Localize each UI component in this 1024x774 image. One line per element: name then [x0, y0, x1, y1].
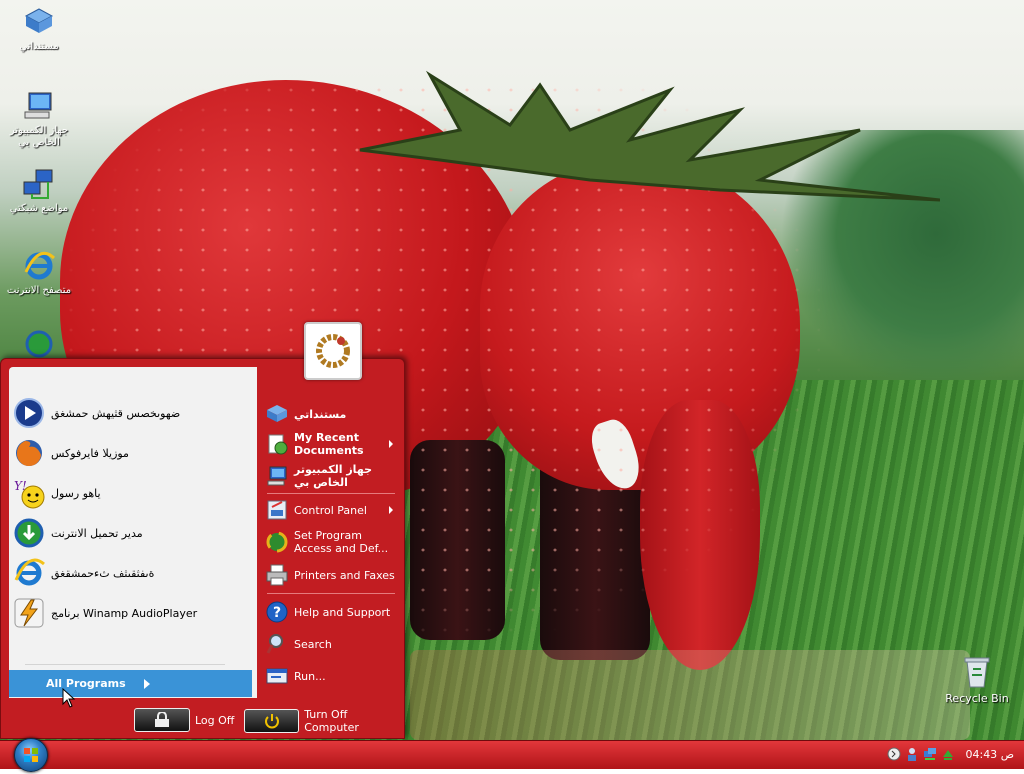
- network-status-icon[interactable]: [923, 747, 937, 761]
- user-picture[interactable]: [304, 322, 362, 380]
- windows-logo-icon: [24, 748, 38, 762]
- internet-download-manager-icon: [25, 330, 53, 358]
- menu-item-help-support[interactable]: ? Help and Support: [265, 599, 399, 625]
- power-icon: [244, 709, 300, 733]
- wallpaper-strawberry-leaves: [359, 70, 940, 202]
- menu-item-set-program-access[interactable]: Set Program Access and Def...: [265, 527, 399, 557]
- my-computer-icon: [24, 92, 52, 119]
- all-programs-button[interactable]: All Programs: [9, 670, 252, 697]
- menu-separator: [267, 493, 395, 494]
- program-item-winamp[interactable]: برنامج Winamp AudioPlayer: [13, 595, 251, 631]
- menu-item-control-panel[interactable]: Control Panel: [265, 497, 399, 523]
- start-button[interactable]: [14, 738, 48, 772]
- taskbar: [0, 740, 1024, 769]
- winamp-icon: [14, 598, 44, 628]
- desktop-icon-my-computer[interactable]: جهاز الكمبيوتر الخاص بي: [2, 90, 76, 149]
- documents-icon: [24, 8, 54, 33]
- menu-item-run[interactable]: Run...: [265, 663, 399, 689]
- pinned-separator: [25, 664, 225, 665]
- program-access-icon: [266, 531, 288, 553]
- arrow-right-icon: [389, 506, 393, 514]
- desktop-icon-recycle-bin[interactable]: Recycle Bin: [940, 655, 1014, 705]
- desktop-icon-internet[interactable]: متصفح الانترنت: [2, 250, 76, 297]
- menu-item-my-documents[interactable]: مستنداتي: [265, 401, 399, 427]
- program-item-internet-download-manager[interactable]: مدير تحميل الانترنت: [13, 515, 251, 551]
- menu-item-printers-faxes[interactable]: Printers and Faxes: [265, 560, 399, 590]
- safely-remove-icon[interactable]: [941, 747, 955, 761]
- mouse-cursor-icon: [62, 688, 76, 708]
- yahoo-messenger-icon: Y!: [14, 479, 45, 509]
- all-programs-label: All Programs: [46, 677, 126, 690]
- recycle-bin-icon: [964, 657, 990, 688]
- menu-item-search[interactable]: Search: [265, 631, 399, 657]
- recycle-bin-label: Recycle Bin: [945, 692, 1009, 705]
- turn-off-button[interactable]: Turn Off Computer: [244, 708, 404, 734]
- desktop-icon-network[interactable]: مواضع شبكتي: [2, 168, 76, 215]
- media-player-icon: [14, 398, 44, 428]
- network-icon: [23, 169, 53, 199]
- run-icon: [266, 668, 288, 684]
- user-avatar-icon: [316, 334, 350, 368]
- internet-explorer-icon: [14, 558, 45, 586]
- desktop-icon-my-documents[interactable]: مستنداتي: [2, 6, 76, 53]
- tray-expand-icon[interactable]: [887, 747, 901, 761]
- internet-download-manager-icon: [14, 518, 44, 548]
- control-panel-icon: [267, 500, 287, 520]
- menu-separator: [267, 593, 395, 594]
- documents-icon: [267, 405, 287, 422]
- arrow-right-icon: [143, 678, 150, 689]
- program-item-yahoo-messenger[interactable]: Y! ياهو رسول: [13, 475, 251, 511]
- start-menu-pinned-programs: ضهوىخصس قثيهش حمشغق موزيلا فايرفوكس Y! ي…: [9, 367, 257, 698]
- my-computer-icon: [267, 466, 287, 486]
- svg-text:?: ?: [273, 605, 281, 621]
- arrow-right-icon: [389, 440, 393, 448]
- program-item-firefox[interactable]: موزيلا فايرفوكس: [13, 435, 251, 471]
- system-tray: 04:43 ص: [887, 740, 1024, 768]
- menu-item-my-recent-documents[interactable]: My Recent Documents: [265, 429, 399, 459]
- firefox-icon: [16, 440, 42, 467]
- start-menu: ضهوىخصس قثيهش حمشغق موزيلا فايرفوكس Y! ي…: [0, 358, 405, 739]
- wallpaper-ground-text: [410, 650, 970, 740]
- start-menu-places: مستنداتي My Recent Documents جهاز الكمبي…: [259, 367, 401, 698]
- svg-text:Y!: Y!: [14, 479, 27, 493]
- users-icon[interactable]: [905, 747, 919, 761]
- program-item-internet-explorer[interactable]: ةىفثقىثف ثءحمشقغق: [13, 555, 251, 591]
- menu-item-my-computer[interactable]: جهاز الكمبيوتر الخاص بي: [265, 461, 399, 491]
- recent-documents-icon: [268, 434, 288, 455]
- ie-icon: [24, 251, 56, 280]
- program-item-media-player[interactable]: ضهوىخصس قثيهش حمشغق: [13, 395, 251, 431]
- taskbar-clock[interactable]: 04:43 ص: [965, 748, 1014, 761]
- log-off-button[interactable]: Log Off: [134, 708, 234, 732]
- search-icon: [266, 634, 283, 654]
- printer-icon: [266, 564, 288, 586]
- help-icon: ?: [266, 601, 288, 623]
- lock-icon: [134, 708, 190, 732]
